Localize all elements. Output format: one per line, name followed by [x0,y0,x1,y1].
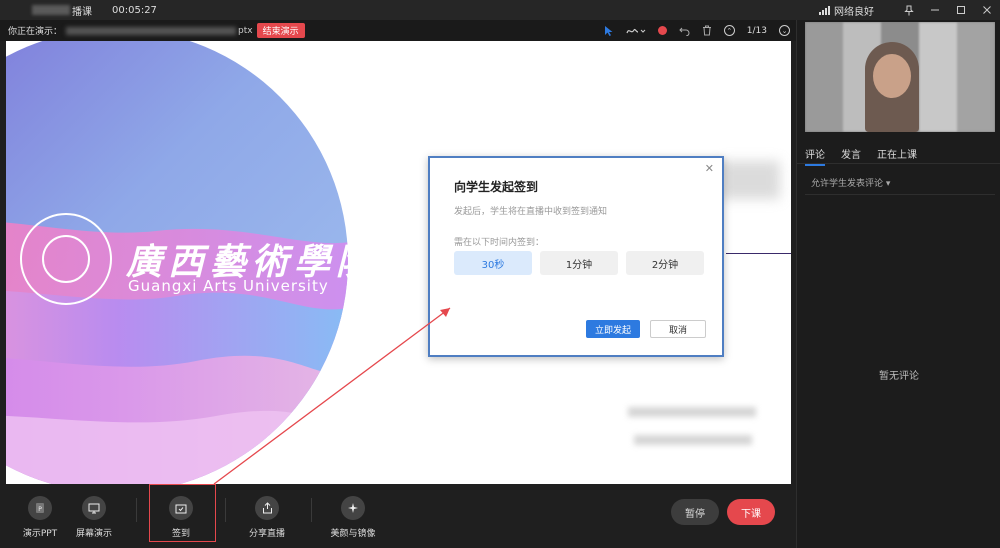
signin-dialog: ✕ 向学生发起签到 发起后，学生将在直播中收到签到通知 需在以下时间内签到： 3… [428,156,724,357]
right-panel: 评论 发言 正在上课 允许学生发表评论 ▾ 暂无评论 [796,20,1000,548]
presenting-label: 你正在演示： [8,27,63,37]
signal-icon [819,5,830,15]
session-timer: 00:05:27 [112,4,157,16]
duration-options: 30秒 1分钟 2分钟 [454,251,704,275]
slide-divider [726,253,791,254]
beauty-mirror-label: 美颜与镜像 [330,529,376,539]
close-icon[interactable] [974,0,1000,20]
svg-text:P: P [38,506,42,513]
cancel-button[interactable]: 取消 [650,320,706,338]
app-title: 播课 [72,6,92,18]
redacted-text [634,435,752,445]
maximize-icon[interactable] [948,0,974,20]
dialog-close-icon[interactable]: ✕ [705,162,714,175]
presenting-bar: 你正在演示： ptx 结束演示 ⌃ 1/13 ⌄ [0,20,796,41]
highlight-box [149,484,216,542]
dialog-description: 发起后，学生将在直播中收到签到通知 [454,207,608,217]
app-window: 播课 00:05:27 网络良好 你正在演示： ptx 结束演示 ⌃ 1/13 … [0,0,1000,548]
minimize-icon[interactable] [922,0,948,20]
beauty-mirror-button[interactable]: 美颜与镜像 [323,496,383,539]
option-1min[interactable]: 1分钟 [540,251,618,275]
screen-icon [82,496,106,520]
share-live-button[interactable]: 分享直播 [237,496,297,539]
allow-comment-dropdown[interactable]: 允许学生发表评论 ▾ [811,176,890,189]
dialog-prompt: 需在以下时间内签到： [454,238,545,248]
ppt-icon: P [28,496,52,520]
sparkle-icon [341,496,365,520]
redacted-content [720,161,780,199]
redacted-text [628,407,756,417]
network-status: 网络良好 [819,3,874,18]
screen-share-button[interactable]: 屏幕演示 [64,496,124,539]
pointer-icon[interactable] [604,20,614,41]
filename-redacted [66,26,237,35]
university-logo [20,213,112,305]
share-live-label: 分享直播 [248,529,285,539]
camera-preview [805,22,995,132]
empty-comments: 暂无评论 [879,371,919,382]
page-indicator: 1/13 [746,25,767,36]
option-2min[interactable]: 2分钟 [626,251,704,275]
screen-share-label: 屏幕演示 [75,529,112,539]
pin-icon[interactable] [896,0,922,20]
share-icon [255,496,279,520]
pen-icon[interactable] [626,20,646,41]
trash-icon[interactable] [702,20,712,41]
present-ppt-label: 演示PPT [22,529,58,539]
pause-button[interactable]: 暂停 [671,499,719,525]
title-redacted [32,5,70,15]
prev-page-icon[interactable]: ⌃ [723,20,735,41]
end-class-button[interactable]: 下课 [727,499,775,525]
option-30s[interactable]: 30秒 [454,251,532,275]
start-signin-button[interactable]: 立即发起 [586,320,640,338]
network-status-label: 网络良好 [834,6,874,18]
filename-suffix: ptx [238,25,253,36]
present-ppt-button[interactable]: P 演示PPT [10,496,70,539]
university-name-en: Guangxi Arts University [128,277,329,295]
dialog-title: 向学生发起签到 [454,180,539,194]
undo-icon[interactable] [679,20,690,41]
color-red-icon[interactable] [657,20,667,41]
end-presentation-button[interactable]: 结束演示 [256,23,305,38]
next-page-icon[interactable]: ⌄ [779,20,790,41]
title-bar: 播课 00:05:27 网络良好 [0,0,1000,20]
